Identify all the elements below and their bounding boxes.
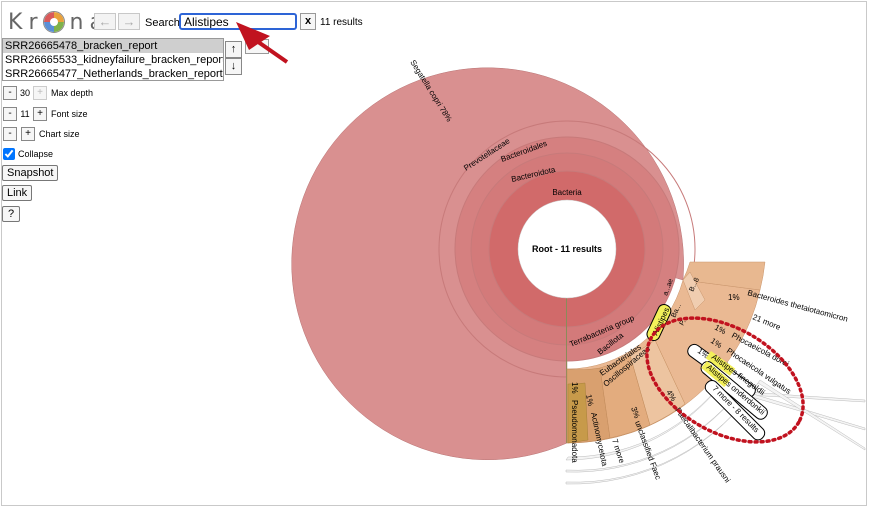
krona-chart[interactable]: Root - 11 results Segatella copri 78% Pr… bbox=[0, 0, 870, 510]
unclassified-label: unclassified Faec bbox=[633, 420, 663, 481]
pseudomonadota-label: Pseudomonadota bbox=[570, 400, 579, 463]
pct-label: 1% bbox=[570, 382, 579, 394]
more21-label: 21 more bbox=[751, 313, 782, 333]
seven-more-label: 7 more bbox=[610, 438, 626, 465]
faecalibacterium-label: Faecalibacterium prausni bbox=[673, 406, 732, 485]
center-label: Root - 11 results bbox=[532, 244, 602, 254]
thetaiot-pct: 1% bbox=[728, 293, 740, 302]
bacteria-label: Bacteria bbox=[552, 188, 582, 197]
